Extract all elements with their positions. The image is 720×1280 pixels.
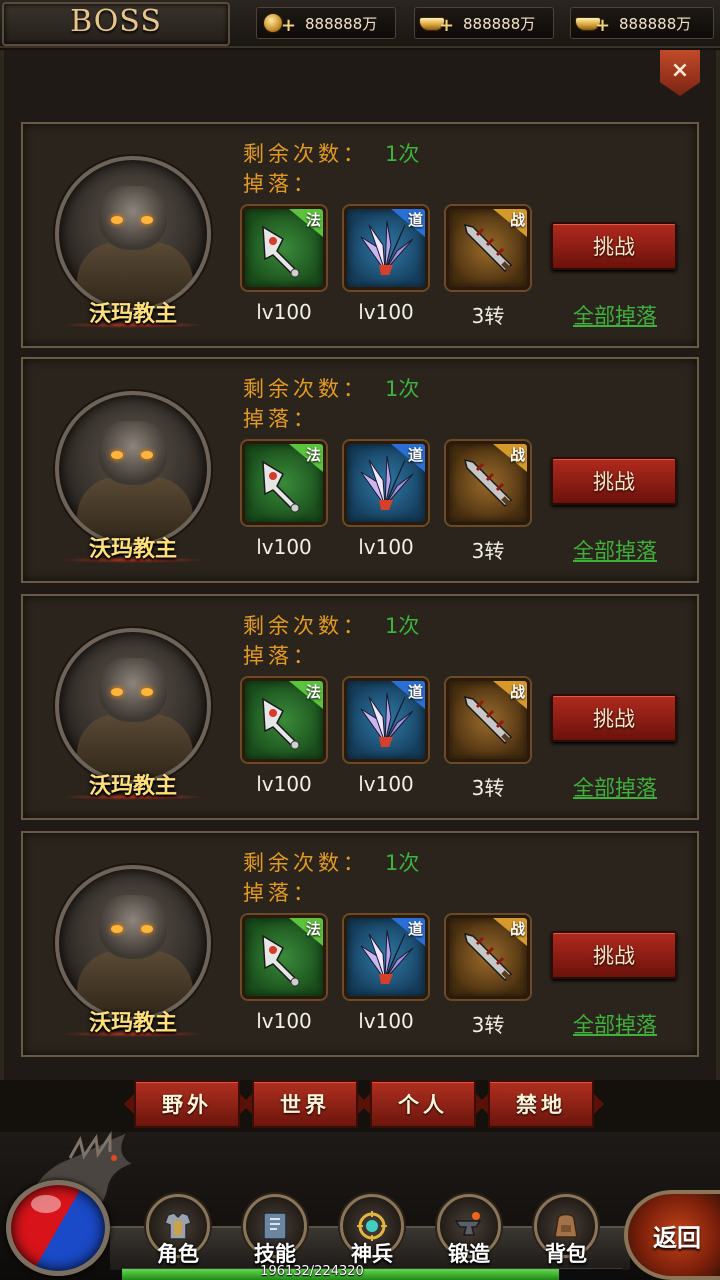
tab-wild[interactable]: 野外 — [134, 1080, 240, 1128]
page-title: BOSS — [70, 4, 162, 39]
nav-backpack-label: 背包 — [545, 1242, 587, 1266]
remaining-attempts-value: 1次 — [385, 614, 420, 638]
drops-label: 掉落： — [243, 881, 318, 905]
drop-item-caption: lv100 — [358, 772, 414, 796]
boss-name: 沃玛教主 — [88, 537, 177, 562]
drops-label: 掉落： — [243, 407, 318, 431]
boss-card: 沃玛教主 剩余次数： 1次掉落： 法 lv100 道 lv100 战 3转 挑战全部掉落 — [21, 594, 699, 820]
boss-portrait[interactable] — [55, 865, 211, 1021]
tab-forbidden[interactable]: 禁地 — [488, 1080, 594, 1128]
mage-drop-item[interactable]: 法 — [242, 206, 326, 290]
remaining-attempts-label: 剩余次数： — [243, 142, 368, 166]
mage-drop-item[interactable]: 法 — [242, 678, 326, 762]
drop-item-caption: lv100 — [358, 535, 414, 559]
class-tag: 法 — [305, 683, 321, 701]
tab-personal[interactable]: 个人 — [370, 1080, 476, 1128]
drops-label: 掉落： — [243, 172, 318, 196]
remaining-attempts-value: 1次 — [385, 377, 420, 401]
challenge-button[interactable]: 挑战 — [551, 222, 677, 270]
remaining-attempts-label: 剩余次数： — [243, 851, 368, 875]
boss-card: 沃玛教主 剩余次数： 1次掉落： 法 lv100 道 lv100 战 3转 挑战全部掉落 — [21, 357, 699, 583]
drop-item-caption: lv100 — [358, 300, 414, 324]
remaining-attempts-label: 剩余次数： — [243, 614, 368, 638]
warrior-drop-item[interactable]: 战 — [446, 441, 530, 525]
class-tag: 战 — [509, 211, 525, 229]
coin-icon: + — [259, 9, 299, 37]
experience-text: 196132/224320 — [260, 1264, 364, 1279]
challenge-button[interactable]: 挑战 — [551, 931, 677, 979]
class-tag: 战 — [509, 920, 525, 938]
class-tag: 道 — [407, 920, 423, 938]
taoist-drop-item[interactable]: 道 — [344, 206, 428, 290]
remaining-attempts-label: 剩余次数： — [243, 377, 368, 401]
gold-ingot-icon: + — [573, 9, 613, 37]
drop-item-caption: lv100 — [256, 300, 312, 324]
gold-ingot-icon: + — [417, 9, 457, 37]
warrior-drop-item[interactable]: 战 — [446, 678, 530, 762]
boss-name: 沃玛教主 — [88, 302, 177, 327]
class-tag: 战 — [509, 683, 525, 701]
currency-bound-ingot-value: 888888万 — [619, 14, 692, 33]
boss-name: 沃玛教主 — [88, 1011, 177, 1036]
boss-name: 沃玛教主 — [88, 774, 177, 799]
class-tag: 法 — [305, 446, 321, 464]
currency-bound-ingot[interactable]: + 888888万 — [570, 7, 714, 39]
drop-item-caption: 3转 — [471, 304, 505, 328]
class-tag: 战 — [509, 446, 525, 464]
boss-portrait[interactable] — [55, 156, 211, 312]
currency-coin-value: 888888万 — [305, 14, 378, 33]
challenge-button[interactable]: 挑战 — [551, 694, 677, 742]
boss-portrait[interactable] — [55, 628, 211, 784]
remaining-attempts-value: 1次 — [385, 142, 420, 166]
class-tag: 法 — [305, 920, 321, 938]
warrior-drop-item[interactable]: 战 — [446, 915, 530, 999]
currency-ingot-value: 888888万 — [463, 14, 536, 33]
drop-item-caption: 3转 — [471, 539, 505, 563]
drops-label: 掉落： — [243, 644, 318, 668]
drop-item-caption: lv100 — [256, 772, 312, 796]
all-drops-link[interactable]: 全部掉落 — [555, 300, 675, 330]
class-tag: 道 — [407, 446, 423, 464]
taoist-drop-item[interactable]: 道 — [344, 915, 428, 999]
drop-item-caption: 3转 — [471, 1013, 505, 1037]
taoist-drop-item[interactable]: 道 — [344, 678, 428, 762]
warrior-drop-item[interactable]: 战 — [446, 206, 530, 290]
mage-drop-item[interactable]: 法 — [242, 915, 326, 999]
class-tag: 法 — [305, 211, 321, 229]
all-drops-link[interactable]: 全部掉落 — [555, 535, 675, 565]
health-mana-orb — [6, 1180, 110, 1276]
mage-drop-item[interactable]: 法 — [242, 441, 326, 525]
top-bar: BOSS + 888888万 + 888888万 + 888888万 — [0, 0, 720, 48]
class-tag: 道 — [407, 683, 423, 701]
currency-coin[interactable]: + 888888万 — [256, 7, 396, 39]
all-drops-link[interactable]: 全部掉落 — [555, 772, 675, 802]
drop-item-caption: lv100 — [358, 1009, 414, 1033]
boss-card: 沃玛教主 剩余次数： 1次掉落： 法 lv100 道 lv100 战 3转 挑战全部掉落 — [21, 831, 699, 1057]
boss-portrait[interactable] — [55, 391, 211, 547]
all-drops-link[interactable]: 全部掉落 — [555, 1009, 675, 1039]
taoist-drop-item[interactable]: 道 — [344, 441, 428, 525]
return-button[interactable]: 返回 — [624, 1190, 720, 1280]
remaining-attempts-value: 1次 — [385, 851, 420, 875]
challenge-button[interactable]: 挑战 — [551, 457, 677, 505]
currency-ingot[interactable]: + 888888万 — [414, 7, 554, 39]
close-icon: × — [670, 58, 690, 83]
class-tag: 道 — [407, 211, 423, 229]
boss-card: 沃玛教主 剩余次数： 1次掉落： 法 lv100 道 lv100 战 3转 挑战全部掉落 — [21, 122, 699, 348]
drop-item-caption: lv100 — [256, 535, 312, 559]
return-label: 返回 — [653, 1222, 701, 1252]
drop-item-caption: 3转 — [471, 776, 505, 800]
drop-item-caption: lv100 — [256, 1009, 312, 1033]
tab-world[interactable]: 世界 — [252, 1080, 358, 1128]
